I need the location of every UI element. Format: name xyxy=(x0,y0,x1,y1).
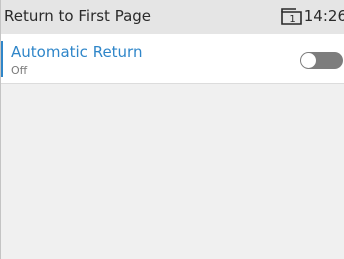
header-bar: Return to First Page 1 14:26 xyxy=(1,0,344,34)
toggle-knob xyxy=(301,53,316,68)
selection-indicator xyxy=(1,41,3,77)
automatic-return-toggle[interactable] xyxy=(300,52,343,69)
clock: 14:26 xyxy=(303,7,344,25)
setting-row-automatic-return[interactable]: Automatic Return Off xyxy=(1,34,344,84)
line-number: 1 xyxy=(289,14,295,25)
setting-label: Automatic Return xyxy=(11,43,143,61)
setting-value: Off xyxy=(11,64,28,77)
phone-screen: Return to First Page 1 14:26 Automatic R… xyxy=(0,0,344,259)
status-area: 1 14:26 xyxy=(280,7,344,25)
page-title: Return to First Page xyxy=(4,7,152,25)
phone-line-1-icon: 1 xyxy=(280,7,302,25)
